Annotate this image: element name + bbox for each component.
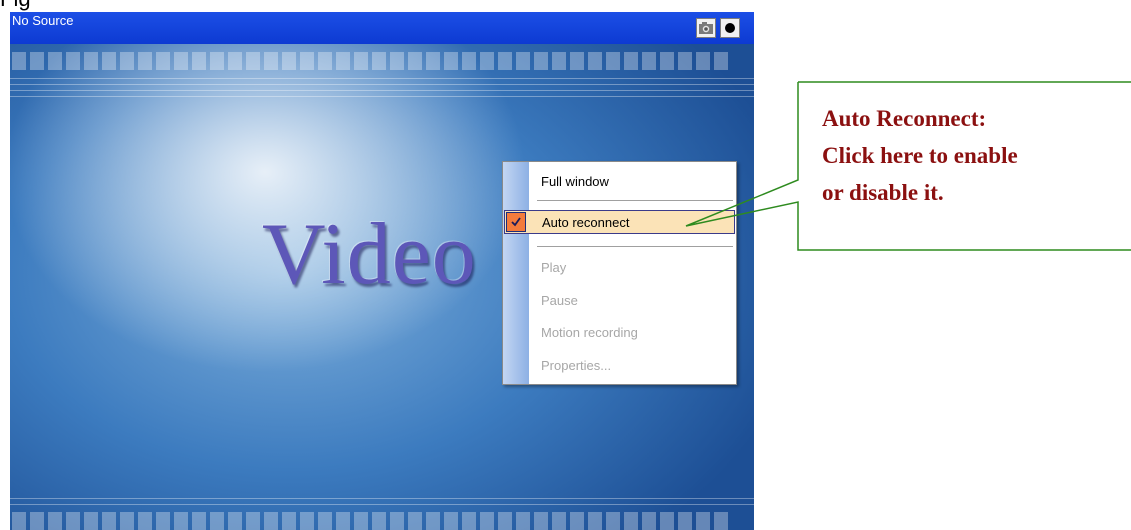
- callout-line: or disable it.: [822, 180, 944, 205]
- callout-shape: [685, 81, 1131, 251]
- figure-stage: Fig No Source: [0, 0, 1131, 530]
- callout-text: Auto Reconnect: Click here to enable or …: [822, 100, 1018, 211]
- callout-line: Auto Reconnect:: [822, 106, 987, 131]
- callout-line: Click here to enable: [822, 143, 1018, 168]
